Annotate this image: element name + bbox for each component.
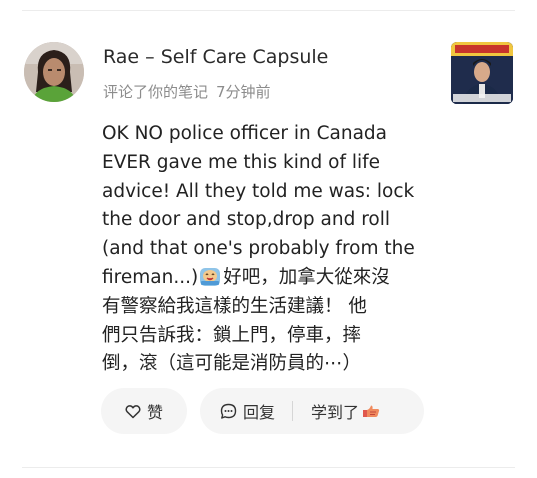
action-separator — [292, 401, 294, 421]
comment-line: 倒，滾（這可能是消防員的⋯） — [102, 353, 362, 375]
comment-line: advice! All they told me was: lock — [102, 180, 415, 202]
avatar-image — [24, 42, 84, 102]
crying-laughing-emoji-icon — [200, 267, 221, 286]
meta-time: 7分钟前 — [216, 83, 271, 101]
learned-button[interactable]: 学到了 — [311, 399, 381, 423]
comment-line: 有警察給我這樣的生活建議！ 他 — [102, 295, 367, 317]
bottom-divider — [22, 467, 515, 468]
comment-line: the door and stop,drop and roll — [102, 209, 390, 231]
reply-button[interactable]: 回复 — [220, 399, 275, 423]
heart-outline-icon — [125, 404, 141, 418]
reaction-bar: 回复 学到了 — [200, 388, 424, 434]
comment-line: 們只告訴我：鎖上門，停車，摔 — [102, 324, 362, 346]
comment-meta: 评论了你的笔记 7分钟前 — [103, 82, 271, 102]
comment-line: (and that one's probably from the — [102, 238, 415, 260]
username[interactable]: Rae – Self Care Capsule — [103, 44, 328, 70]
learned-label: 学到了 — [311, 403, 360, 422]
thumbnail-image — [451, 42, 513, 104]
comment-line: EVER gave me this kind of life — [102, 151, 381, 173]
comment-body: OK NO police officer in Canada EVER gave… — [102, 120, 422, 379]
meta-action: 评论了你的笔记 — [103, 83, 209, 101]
comment-fragment: fireman...) — [102, 266, 199, 288]
comment-fragment: 好吧，加拿大從來沒 — [223, 266, 390, 288]
like-button[interactable]: 赞 — [101, 388, 187, 434]
speech-bubble-icon — [220, 403, 237, 419]
reply-label: 回复 — [243, 403, 276, 422]
like-label: 赞 — [146, 403, 163, 422]
comment-line: OK NO police officer in Canada — [102, 123, 388, 144]
thumbs-up-emoji-icon — [363, 405, 380, 417]
comment-line-mixed: fireman...) 好吧，加拿大從來沒 — [102, 264, 422, 293]
user-avatar[interactable] — [24, 42, 84, 102]
note-thumbnail[interactable] — [451, 42, 513, 104]
top-divider — [22, 10, 515, 11]
